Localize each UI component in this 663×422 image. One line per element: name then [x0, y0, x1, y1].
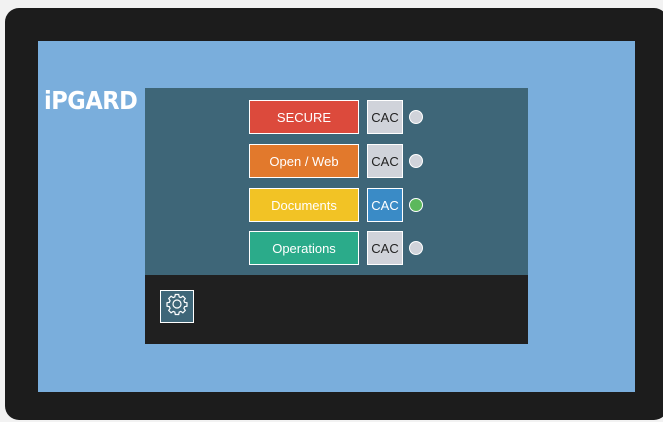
cac-button-open-web[interactable]: CAC	[367, 144, 403, 178]
status-indicator-operations	[409, 241, 423, 255]
channel-button-secure[interactable]: SECURE	[249, 100, 359, 134]
footer-bar	[145, 275, 528, 344]
settings-button[interactable]	[160, 290, 194, 323]
gear-icon	[165, 292, 189, 321]
channel-button-operations[interactable]: Operations	[249, 231, 359, 265]
cac-button-secure[interactable]: CAC	[367, 100, 403, 134]
cac-button-operations[interactable]: CAC	[367, 231, 403, 265]
status-indicator-secure	[409, 110, 423, 124]
status-indicator-documents	[409, 198, 423, 212]
status-indicator-open-web	[409, 154, 423, 168]
brand-logo: iPGARD	[44, 86, 138, 115]
channel-button-documents[interactable]: Documents	[249, 188, 359, 222]
cac-button-documents[interactable]: CAC	[367, 188, 403, 222]
channel-button-open-web[interactable]: Open / Web	[249, 144, 359, 178]
